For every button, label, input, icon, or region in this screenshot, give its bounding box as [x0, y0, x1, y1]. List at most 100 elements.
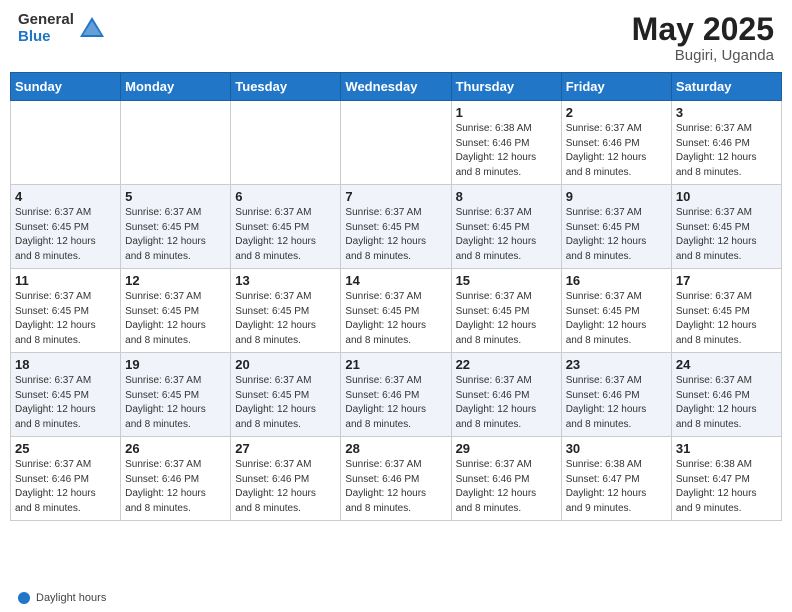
day-detail: Sunrise: 6:37 AMSunset: 6:45 PMDaylight:…: [15, 374, 116, 432]
calendar-cell: [231, 101, 341, 185]
logo-blue-text: Blue: [18, 29, 74, 46]
day-number: 19: [125, 357, 226, 372]
day-detail: Sunrise: 6:37 AMSunset: 6:45 PMDaylight:…: [125, 206, 226, 264]
day-detail: Sunrise: 6:37 AMSunset: 6:46 PMDaylight:…: [676, 122, 777, 180]
day-detail: Sunrise: 6:37 AMSunset: 6:45 PMDaylight:…: [15, 206, 116, 264]
calendar-cell: 16Sunrise: 6:37 AMSunset: 6:45 PMDayligh…: [561, 269, 671, 353]
day-number: 13: [235, 273, 336, 288]
day-number: 5: [125, 189, 226, 204]
day-detail: Sunrise: 6:37 AMSunset: 6:45 PMDaylight:…: [125, 290, 226, 348]
day-number: 16: [566, 273, 667, 288]
day-number: 25: [15, 441, 116, 456]
day-detail: Sunrise: 6:37 AMSunset: 6:46 PMDaylight:…: [235, 458, 336, 516]
day-number: 12: [125, 273, 226, 288]
calendar-cell: 2 Sunrise: 6:37 AMSunset: 6:46 PMDaylight…: [561, 101, 671, 185]
calendar-cell: 9 Sunrise: 6:37 AMSunset: 6:45 PMDaylight…: [561, 185, 671, 269]
calendar-cell: [121, 101, 231, 185]
day-number: 21: [345, 357, 446, 372]
day-number: 9: [566, 189, 667, 204]
day-detail: Sunrise: 6:37 AMSunset: 6:45 PMDaylight:…: [15, 290, 116, 348]
calendar-cell: 31Sunrise: 6:38 AMSunset: 6:47 PMDayligh…: [671, 437, 781, 521]
calendar-cell: 5 Sunrise: 6:37 AMSunset: 6:45 PMDaylight…: [121, 185, 231, 269]
calendar-cell: 18Sunrise: 6:37 AMSunset: 6:45 PMDayligh…: [11, 353, 121, 437]
calendar-week-row: 4 Sunrise: 6:37 AMSunset: 6:45 PMDaylight…: [11, 185, 782, 269]
day-number: 26: [125, 441, 226, 456]
day-detail: Sunrise: 6:37 AMSunset: 6:46 PMDaylight:…: [456, 458, 557, 516]
calendar: SundayMondayTuesdayWednesdayThursdayFrid…: [0, 72, 792, 586]
calendar-cell: 7 Sunrise: 6:37 AMSunset: 6:45 PMDaylight…: [341, 185, 451, 269]
day-number: 29: [456, 441, 557, 456]
day-number: 30: [566, 441, 667, 456]
calendar-title: May 2025: [632, 12, 774, 47]
calendar-cell: 15 Sunrise: 6:37 AMSunset: 6:45 PMDayligh…: [451, 269, 561, 353]
calendar-cell: 19Sunrise: 6:37 AMSunset: 6:45 PMDayligh…: [121, 353, 231, 437]
weekday-header: Sunday: [11, 73, 121, 101]
day-number: 22: [456, 357, 557, 372]
day-detail: Sunrise: 6:37 AMSunset: 6:46 PMDaylight:…: [15, 458, 116, 516]
day-detail: Sunrise: 6:37 AMSunset: 6:46 PMDaylight:…: [676, 374, 777, 432]
day-number: 27: [235, 441, 336, 456]
day-detail: Sunrise: 6:37 AMSunset: 6:45 PMDaylight:…: [235, 290, 336, 348]
calendar-cell: 22 Sunrise: 6:37 AMSunset: 6:46 PMDayligh…: [451, 353, 561, 437]
day-number: 4: [15, 189, 116, 204]
day-detail: Sunrise: 6:37 AMSunset: 6:45 PMDaylight:…: [345, 206, 446, 264]
day-detail: Sunrise: 6:38 AMSunset: 6:47 PMDaylight:…: [676, 458, 777, 516]
page: General Blue May 2025 Bugiri, Uganda Sun…: [0, 0, 792, 612]
weekday-header-row: SundayMondayTuesdayWednesdayThursdayFrid…: [11, 73, 782, 101]
day-detail: Sunrise: 6:38 AMSunset: 6:47 PMDaylight:…: [566, 458, 667, 516]
weekday-header: Saturday: [671, 73, 781, 101]
header: General Blue May 2025 Bugiri, Uganda: [0, 0, 792, 72]
day-number: 14: [345, 273, 446, 288]
day-number: 23: [566, 357, 667, 372]
day-number: 17: [676, 273, 777, 288]
day-number: 7: [345, 189, 446, 204]
calendar-cell: 10 Sunrise: 6:37 AMSunset: 6:45 PMDayligh…: [671, 185, 781, 269]
calendar-week-row: 11Sunrise: 6:37 AMSunset: 6:45 PMDayligh…: [11, 269, 782, 353]
day-detail: Sunrise: 6:37 AMSunset: 6:45 PMDaylight:…: [566, 206, 667, 264]
calendar-cell: 26Sunrise: 6:37 AMSunset: 6:46 PMDayligh…: [121, 437, 231, 521]
weekday-header: Friday: [561, 73, 671, 101]
calendar-location: Bugiri, Uganda: [632, 47, 774, 64]
day-detail: Sunrise: 6:37 AMSunset: 6:46 PMDaylight:…: [345, 458, 446, 516]
day-number: 2: [566, 105, 667, 120]
calendar-table: SundayMondayTuesdayWednesdayThursdayFrid…: [10, 72, 782, 521]
calendar-cell: 25 Sunrise: 6:37 AMSunset: 6:46 PMDayligh…: [11, 437, 121, 521]
calendar-cell: 13 Sunrise: 6:37 AMSunset: 6:45 PMDayligh…: [231, 269, 341, 353]
calendar-cell: 27 Sunrise: 6:37 AMSunset: 6:46 PMDayligh…: [231, 437, 341, 521]
calendar-cell: 20Sunrise: 6:37 AMSunset: 6:45 PMDayligh…: [231, 353, 341, 437]
logo: General Blue: [18, 12, 106, 45]
calendar-cell: 1Sunrise: 6:38 AMSunset: 6:46 PMDaylight…: [451, 101, 561, 185]
day-number: 10: [676, 189, 777, 204]
weekday-header: Tuesday: [231, 73, 341, 101]
day-number: 15: [456, 273, 557, 288]
day-number: 6: [235, 189, 336, 204]
footer: Daylight hours: [0, 586, 792, 612]
calendar-cell: 21 Sunrise: 6:37 AMSunset: 6:46 PMDayligh…: [341, 353, 451, 437]
logo-general-text: General: [18, 12, 74, 29]
day-number: 28: [345, 441, 446, 456]
day-detail: Sunrise: 6:37 AMSunset: 6:46 PMDaylight:…: [456, 374, 557, 432]
day-detail: Sunrise: 6:37 AMSunset: 6:45 PMDaylight:…: [456, 290, 557, 348]
day-detail: Sunrise: 6:37 AMSunset: 6:45 PMDaylight:…: [676, 290, 777, 348]
calendar-cell: 29 Sunrise: 6:37 AMSunset: 6:46 PMDayligh…: [451, 437, 561, 521]
day-detail: Sunrise: 6:37 AMSunset: 6:45 PMDaylight:…: [676, 206, 777, 264]
calendar-cell: 23Sunrise: 6:37 AMSunset: 6:46 PMDayligh…: [561, 353, 671, 437]
day-number: 3: [676, 105, 777, 120]
day-detail: Sunrise: 6:37 AMSunset: 6:45 PMDaylight:…: [235, 374, 336, 432]
calendar-cell: 12 Sunrise: 6:37 AMSunset: 6:45 PMDayligh…: [121, 269, 231, 353]
day-detail: Sunrise: 6:37 AMSunset: 6:46 PMDaylight:…: [566, 122, 667, 180]
calendar-cell: 11Sunrise: 6:37 AMSunset: 6:45 PMDayligh…: [11, 269, 121, 353]
footer-label: Daylight hours: [36, 592, 106, 604]
day-detail: Sunrise: 6:37 AMSunset: 6:45 PMDaylight:…: [345, 290, 446, 348]
weekday-header: Wednesday: [341, 73, 451, 101]
calendar-cell: 4 Sunrise: 6:37 AMSunset: 6:45 PMDaylight…: [11, 185, 121, 269]
calendar-cell: 8Sunrise: 6:37 AMSunset: 6:45 PMDaylight…: [451, 185, 561, 269]
calendar-cell: [11, 101, 121, 185]
title-block: May 2025 Bugiri, Uganda: [632, 12, 774, 64]
weekday-header: Thursday: [451, 73, 561, 101]
day-detail: Sunrise: 6:37 AMSunset: 6:46 PMDaylight:…: [345, 374, 446, 432]
calendar-week-row: 1Sunrise: 6:38 AMSunset: 6:46 PMDaylight…: [11, 101, 782, 185]
day-detail: Sunrise: 6:37 AMSunset: 6:45 PMDaylight:…: [235, 206, 336, 264]
day-number: 24: [676, 357, 777, 372]
logo-text: General Blue: [18, 12, 74, 45]
